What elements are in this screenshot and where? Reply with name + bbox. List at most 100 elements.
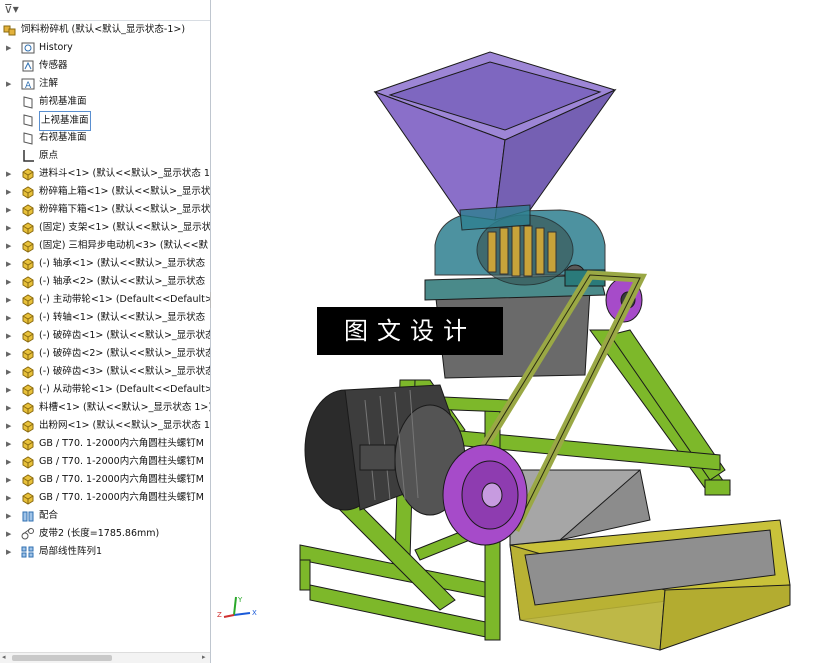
expand-arrow-icon[interactable]: ▶ [6, 39, 14, 57]
tree-root-assembly[interactable]: 饲料粉碎机 (默认<默认_显示状态-1>) [0, 21, 210, 39]
tree-item-label: (固定) 三相异步电动机<3> (默认<<默 [39, 240, 209, 251]
tree-item[interactable]: ▶ (-) 从动带轮<1> (Default<<Default>_ [0, 381, 210, 399]
expand-arrow-icon[interactable]: ▶ [6, 471, 14, 489]
driven-pulley-large [442, 444, 528, 546]
triad-z-label: Z [217, 611, 222, 619]
tree-item[interactable]: ▶ (-) 主动带轮<1> (Default<<Default>_ [0, 291, 210, 309]
tree-item-label: GB / T70. 1-2000内六角圆柱头螺钉M [39, 474, 204, 485]
tree-item[interactable]: ▶ (-) 破碎齿<1> (默认<<默认>_显示状态 [0, 327, 210, 345]
tree-item-label: History [39, 42, 73, 53]
tree-item[interactable]: ▶ History [0, 39, 210, 57]
tree-item[interactable]: ▶ 粉碎箱上箱<1> (默认<<默认>_显示状 [0, 183, 210, 201]
tree-item[interactable]: 前视基准面 [0, 93, 210, 111]
belt-icon [21, 527, 35, 541]
part-icon [21, 275, 35, 289]
trough-tray [509, 469, 791, 651]
expand-arrow-icon[interactable]: ▶ [6, 543, 14, 561]
expand-arrow-icon[interactable]: ▶ [6, 525, 14, 543]
expand-arrow-icon[interactable]: ▶ [6, 309, 14, 327]
part-icon [21, 311, 35, 325]
tree-item[interactable]: ▶ 局部线性阵列1 [0, 543, 210, 561]
expand-arrow-icon[interactable]: ▶ [6, 201, 14, 219]
expand-arrow-icon[interactable]: ▶ [6, 381, 14, 399]
tree-item-label: (-) 转轴<1> (默认<<默认>_显示状态 [39, 312, 206, 323]
triad-z-axis [223, 614, 235, 618]
tree-item[interactable]: 传感器 [0, 57, 210, 75]
tree-item[interactable]: ▶ GB / T70. 1-2000内六角圆柱头螺钉M [0, 489, 210, 507]
tree-item[interactable]: ▶ GB / T70. 1-2000内六角圆柱头螺钉M [0, 471, 210, 489]
part-icon [21, 401, 35, 415]
tree-item-label: 饲料粉碎机 (默认<默认_显示状态-1>) [21, 24, 186, 35]
triad-x-label: X [252, 609, 257, 617]
scrollbar-thumb[interactable] [12, 655, 112, 661]
tree-item[interactable]: ▶ (固定) 支架<1> (默认<<默认>_显示状 [0, 219, 210, 237]
tree-item[interactable]: ▶ (-) 轴承<2> (默认<<默认>_显示状态 [0, 273, 210, 291]
tree-item-label: (-) 破碎齿<3> (默认<<默认>_显示状态 [39, 366, 211, 377]
expand-arrow-icon[interactable]: ▶ [6, 291, 14, 309]
assembly-model[interactable] [211, 0, 820, 663]
tree-item[interactable]: ▶ (固定) 三相异步电动机<3> (默认<<默 [0, 237, 210, 255]
tree-item[interactable]: ▶ (-) 转轴<1> (默认<<默认>_显示状态 [0, 309, 210, 327]
expand-arrow-icon[interactable]: ▶ [6, 327, 14, 345]
expand-arrow-icon[interactable]: ▶ [6, 435, 14, 453]
svg-text:A: A [25, 81, 32, 91]
history-icon [21, 41, 35, 55]
expand-arrow-icon[interactable]: ▶ [6, 255, 14, 273]
plane-icon [21, 95, 35, 109]
tree-item-label: 前视基准面 [39, 96, 87, 107]
tree-item[interactable]: ▶ 出粉网<1> (默认<<默认>_显示状态 1 [0, 417, 210, 435]
tree-item[interactable]: 原点 [0, 147, 210, 165]
part-icon [21, 419, 35, 433]
expand-arrow-icon[interactable]: ▶ [6, 453, 14, 471]
tree-item-label: 出粉网<1> (默认<<默认>_显示状态 1 [39, 420, 210, 431]
tree-item[interactable]: ▶ GB / T70. 1-2000内六角圆柱头螺钉M [0, 453, 210, 471]
expand-arrow-icon[interactable]: ▶ [6, 237, 14, 255]
tree-item[interactable]: ▶ (-) 破碎齿<3> (默认<<默认>_显示状态 [0, 363, 210, 381]
mates-icon [21, 509, 35, 523]
horizontal-scrollbar[interactable]: ◂ ▸ [0, 652, 210, 663]
tree-item-label: 配合 [39, 510, 59, 521]
tree-item[interactable]: ▶ (-) 轴承<1> (默认<<默认>_显示状态 [0, 255, 210, 273]
tree-item[interactable]: ▶ 皮带2 (长度=1785.86mm) [0, 525, 210, 543]
expand-arrow-icon[interactable]: ▶ [6, 345, 14, 363]
tree-item-label: (-) 从动带轮<1> (Default<<Default>_ [39, 384, 211, 395]
scroll-left-icon[interactable]: ◂ [2, 653, 6, 661]
expand-arrow-icon[interactable]: ▶ [6, 183, 14, 201]
part-icon [21, 437, 35, 451]
tree-item[interactable]: ▶ 配合 [0, 507, 210, 525]
tree-item[interactable]: ▶ (-) 破碎齿<2> (默认<<默认>_显示状态 [0, 345, 210, 363]
tree-item[interactable]: 上视基准面 [0, 111, 210, 131]
tree-item-label: (-) 破碎齿<2> (默认<<默认>_显示状态 [39, 348, 211, 359]
tree-item[interactable]: ▶ 进料斗<1> (默认<<默认>_显示状态 1 [0, 165, 210, 183]
tree-item[interactable]: ▶ 粉碎箱下箱<1> (默认<<默认>_显示状 [0, 201, 210, 219]
expand-arrow-icon[interactable]: ▶ [6, 417, 14, 435]
filter-icon[interactable]: ⊽▾ [4, 2, 19, 16]
filter-bar: ⊽▾ [0, 0, 210, 21]
tree-item-label: GB / T70. 1-2000内六角圆柱头螺钉M [39, 438, 204, 449]
part-icon [21, 257, 35, 271]
expand-arrow-icon[interactable]: ▶ [6, 399, 14, 417]
expand-arrow-icon[interactable]: ▶ [6, 507, 14, 525]
tree-item[interactable]: ▶ GB / T70. 1-2000内六角圆柱头螺钉M [0, 435, 210, 453]
tree-item-label: (-) 轴承<2> (默认<<默认>_显示状态 [39, 276, 206, 287]
tree-item[interactable]: 右视基准面 [0, 129, 210, 147]
expand-arrow-icon[interactable]: ▶ [6, 75, 14, 93]
part-icon [21, 455, 35, 469]
tree-item-label: 进料斗<1> (默认<<默认>_显示状态 1 [39, 168, 210, 179]
plane-icon [21, 131, 35, 145]
expand-arrow-icon[interactable]: ▶ [6, 363, 14, 381]
part-icon [21, 239, 35, 253]
scroll-right-icon[interactable]: ▸ [202, 653, 206, 661]
expand-arrow-icon[interactable]: ▶ [6, 489, 14, 507]
tree-item[interactable]: ▶ A 注解 [0, 75, 210, 93]
tree-item-label: GB / T70. 1-2000内六角圆柱头螺钉M [39, 456, 204, 467]
tree-item-label: GB / T70. 1-2000内六角圆柱头螺钉M [39, 492, 204, 503]
expand-arrow-icon[interactable]: ▶ [6, 165, 14, 183]
tree-item[interactable]: ▶ 料槽<1> (默认<<默认>_显示状态 1>) [0, 399, 210, 417]
part-icon [21, 383, 35, 397]
tree-item-label: (-) 轴承<1> (默认<<默认>_显示状态 [39, 258, 206, 269]
expand-arrow-icon[interactable]: ▶ [6, 273, 14, 291]
graphics-viewport[interactable]: X Y Z [211, 0, 820, 663]
sensor-icon [21, 59, 35, 73]
expand-arrow-icon[interactable]: ▶ [6, 219, 14, 237]
